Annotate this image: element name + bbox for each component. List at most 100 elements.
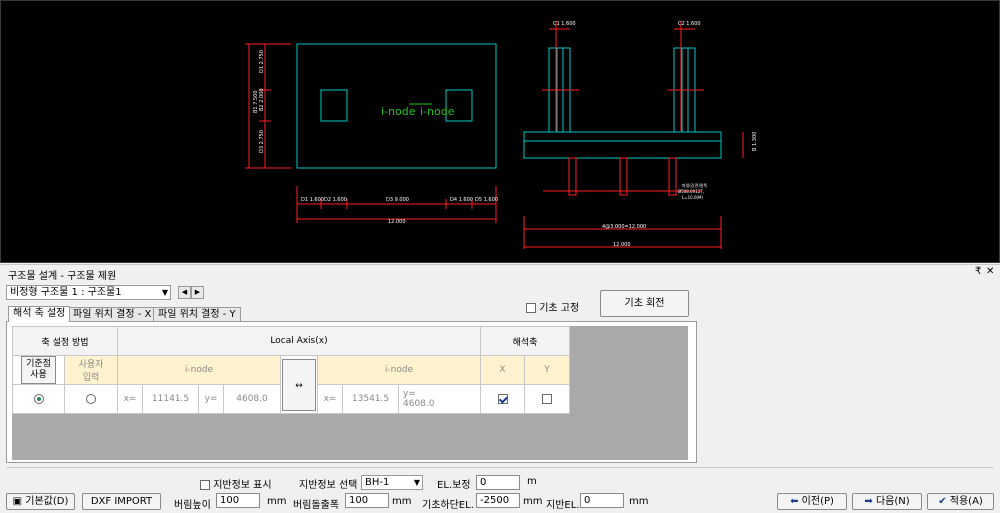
tab-pile-position-x[interactable]: 파일 위치 결정 - X: [68, 307, 157, 322]
ground-el-input[interactable]: 0: [580, 493, 624, 508]
arrow-right-icon: ➡: [864, 496, 873, 507]
col-label-1: C1 1.600: [553, 21, 576, 27]
x1-label: x=: [117, 384, 143, 414]
tab-pile-position-y[interactable]: 파일 위치 결정 - Y: [153, 307, 241, 322]
dim-bottom-d5: D5 1.600: [475, 197, 498, 203]
i-node-header-1: i-node: [117, 355, 281, 385]
cad-viewport[interactable]: i-node i-node D1 2.750 B2 2.000 D3 2.750…: [0, 0, 1000, 263]
el-correction-input[interactable]: 0: [476, 475, 520, 490]
berim-height-input[interactable]: 100: [216, 493, 260, 508]
axis-y-header: Y: [524, 355, 570, 385]
column-plan-1: [320, 89, 348, 122]
apply-button[interactable]: ✔ 적용(A): [927, 493, 994, 510]
prev-button[interactable]: ⬅ 이전(P): [777, 493, 847, 510]
panel-header: 구조물 설계 - 구조물 제원 ₹ ✕: [0, 264, 1000, 282]
section-right-dim: B 1.300: [752, 132, 758, 151]
arrow-left-icon: ⬅: [790, 496, 799, 507]
y1-label: y=: [198, 384, 224, 414]
swap-button[interactable]: ↔: [282, 358, 316, 411]
dim-left-d1: D1 2.750: [259, 50, 265, 73]
default-button-label: 기본값(D): [25, 496, 69, 507]
dim-bottom-d2: D2 1.600: [324, 197, 347, 203]
base-point-button[interactable]: 기준점 사용: [21, 356, 56, 384]
apply-button-label: 적용(A): [949, 496, 983, 507]
chevron-down-icon: ▼: [161, 288, 168, 297]
base-el-label: 기초하단EL.: [422, 500, 474, 511]
x1-value[interactable]: 11141.5: [142, 384, 199, 414]
tab-axis-setup[interactable]: 해석 축 설정: [8, 306, 71, 322]
pile-note-3: L=10.0(M): [682, 195, 703, 200]
method-header: 축 설정 방법: [12, 326, 118, 356]
axis-table: 축 설정 방법 Local Axis(x) 해석축 기준점 사용 사용자 입력 …: [12, 326, 570, 414]
fix-base-check[interactable]: [526, 303, 536, 313]
axis-x-header: X: [480, 355, 525, 385]
y2-label: y=: [403, 389, 416, 399]
left-arrow-icon: ◀: [181, 288, 188, 296]
right-arrow-icon: ▶: [194, 288, 201, 296]
dim-bottom-total: 12.000: [388, 219, 406, 225]
prev-structure-button[interactable]: ◀: [178, 286, 191, 299]
el-correction-unit: m: [527, 476, 537, 487]
base-el-input[interactable]: -2500: [476, 493, 520, 508]
panel-title: 구조물 설계 - 구조물 제원: [8, 271, 117, 282]
berim-width-unit: mm: [392, 496, 412, 507]
dxf-import-button[interactable]: DXF IMPORT: [82, 493, 161, 510]
structure-select[interactable]: 비정형 구조물 1 : 구조물1 ▼: [6, 285, 171, 300]
analysis-axis-header: 해석축: [480, 326, 570, 356]
swap-cell: ↔: [280, 355, 318, 414]
close-icon[interactable]: ✕: [986, 266, 994, 278]
next-structure-button[interactable]: ▶: [191, 286, 204, 299]
local-axis-header: Local Axis(x): [117, 326, 481, 356]
base-point-cell: 기준점 사용: [12, 355, 65, 385]
chevron-down-icon: ▼: [413, 478, 420, 487]
cad-drawing: i-node i-node D1 2.750 B2 2.000 D3 2.750…: [245, 21, 758, 249]
fix-base-checkbox[interactable]: 기초 고정: [526, 299, 579, 314]
rotate-base-button[interactable]: 기초 회전: [600, 290, 689, 317]
i-node-label-2: i-node: [420, 105, 455, 118]
pile-note-1: 파일(강관)말뚝: [682, 182, 708, 188]
next-button[interactable]: ➡ 다음(N): [852, 493, 922, 510]
prev-button-label: 이전(P): [801, 496, 834, 507]
y1-value[interactable]: 4608.0: [223, 384, 281, 414]
base-point-radio[interactable]: [33, 393, 44, 404]
ground-el-label: 지반EL.: [546, 500, 580, 511]
footing-section: [523, 131, 722, 159]
fix-base-label: 기초 고정: [539, 303, 580, 314]
user-input-header: 사용자 입력: [64, 355, 118, 385]
i-node-label-1: i-node: [381, 105, 416, 118]
check-icon: ✔: [938, 496, 947, 507]
next-button-label: 다음(N): [875, 496, 910, 507]
y2-group: y= 4608.0: [398, 384, 481, 414]
el-correction-label: EL.보정: [437, 480, 471, 491]
analysis-x-checkbox[interactable]: [497, 393, 508, 404]
analysis-y-checkbox[interactable]: [542, 393, 552, 404]
user-input-radio-cell: [64, 384, 118, 414]
ground-select-value: BH-1: [365, 477, 390, 488]
show-ground-check[interactable]: [200, 480, 210, 490]
pin-icon[interactable]: ₹: [975, 266, 981, 278]
default-button[interactable]: ▣ 기본값(D): [6, 493, 75, 510]
y2-value[interactable]: 4608.0: [403, 399, 435, 409]
user-input-radio[interactable]: [86, 393, 96, 404]
x2-value[interactable]: 13541.5: [342, 384, 399, 414]
berim-height-unit: mm: [267, 496, 287, 507]
ground-el-unit: mm: [629, 496, 649, 507]
structure-select-value: 비정형 구조물 1 : 구조물1: [10, 287, 122, 298]
divider: [6, 467, 994, 468]
show-ground-label: 지반정보 표시: [213, 480, 272, 491]
ground-select[interactable]: BH-1 ▼: [361, 475, 423, 490]
ground-select-label: 지반정보 선택: [299, 480, 358, 491]
show-ground-checkbox[interactable]: 지반정보 표시: [200, 476, 272, 491]
default-icon: ▣: [12, 496, 23, 507]
berim-height-label: 버림높이: [174, 500, 211, 511]
section-dim-1: 4@3.000=12.000: [602, 224, 646, 230]
dim-bottom-d3: D3 9.000: [386, 197, 409, 203]
berim-width-label: 버림돌출폭: [293, 500, 339, 511]
dim-bottom-d4: D4 1.600: [450, 197, 473, 203]
berim-width-input[interactable]: 100: [345, 493, 389, 508]
dim-left-b2: B2 2.000: [259, 88, 265, 111]
dim-bottom-d1: D1 1.600: [301, 197, 324, 203]
analysis-y-cell: [524, 384, 570, 414]
base-el-unit: mm: [523, 496, 543, 507]
dim-left-d3: D3 2.750: [259, 130, 265, 153]
